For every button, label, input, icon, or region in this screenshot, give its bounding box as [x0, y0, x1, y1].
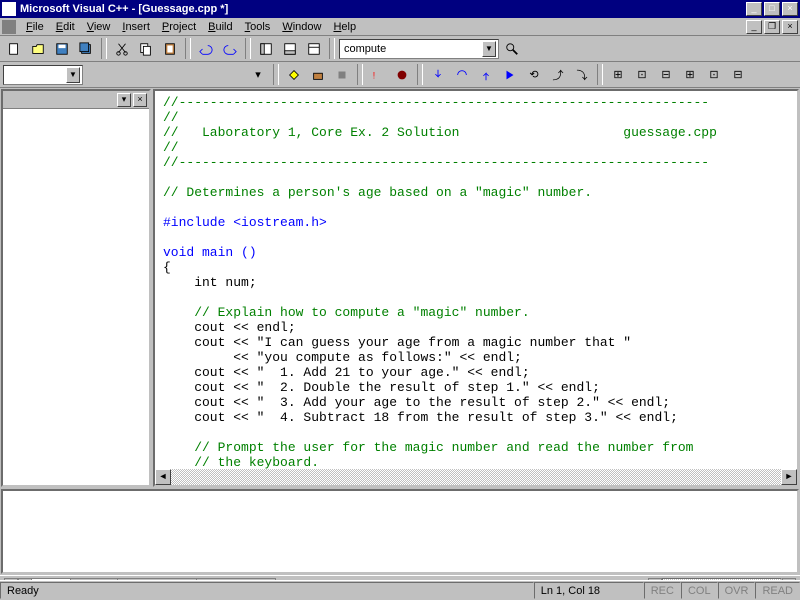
- doc-icon: [2, 20, 16, 34]
- mdi-minimize-button[interactable]: _: [746, 20, 762, 34]
- cut-button[interactable]: [111, 38, 133, 59]
- scroll-right-button[interactable]: ►: [781, 469, 797, 485]
- workspace-panel: ▾ ×: [1, 89, 151, 487]
- status-position: Ln 1, Col 18: [534, 582, 644, 599]
- find-combo[interactable]: compute ▼: [339, 39, 499, 59]
- output-button[interactable]: [279, 38, 301, 59]
- vars-button[interactable]: ⊡: [631, 64, 653, 85]
- paste-button[interactable]: [159, 38, 181, 59]
- code-area[interactable]: //--------------------------------------…: [155, 91, 797, 487]
- status-ready: Ready: [0, 582, 534, 599]
- menu-edit[interactable]: Edit: [50, 20, 81, 34]
- standard-toolbar: compute ▼: [0, 36, 800, 62]
- panel-close-button[interactable]: ×: [133, 93, 147, 107]
- code-editor[interactable]: //--------------------------------------…: [153, 89, 799, 487]
- status-read: READ: [755, 582, 800, 599]
- save-all-button[interactable]: [75, 38, 97, 59]
- step-out-button[interactable]: [475, 64, 497, 85]
- menu-help[interactable]: Help: [327, 20, 362, 34]
- config-combo[interactable]: ▼: [3, 65, 83, 85]
- tool-button[interactable]: ▾: [247, 64, 269, 85]
- workspace-button[interactable]: [255, 38, 277, 59]
- new-button[interactable]: [3, 38, 25, 59]
- go-button[interactable]: !: [367, 64, 389, 85]
- app-icon: [2, 2, 16, 16]
- status-bar: Ready Ln 1, Col 18 REC COL OVR READ: [0, 580, 800, 600]
- mdi-buttons: _ ❐ ×: [746, 20, 798, 34]
- window-title: Microsoft Visual C++ - [Guessage.cpp *]: [20, 3, 746, 15]
- step-into-button[interactable]: [427, 64, 449, 85]
- reg-button[interactable]: ⊟: [655, 64, 677, 85]
- status-rec: REC: [644, 582, 681, 599]
- separator: [185, 38, 191, 59]
- chevron-down-icon[interactable]: ▼: [482, 41, 496, 57]
- window-list-button[interactable]: [303, 38, 325, 59]
- svg-text:!: !: [373, 70, 375, 80]
- debug-button[interactable]: ⟲: [523, 64, 545, 85]
- build-toolbar: ▼ ▾ ! ⟲ ⤴ ⤵ ⊞ ⊡ ⊟ ⊞ ⊡ ⊟: [0, 62, 800, 88]
- maximize-button[interactable]: □: [764, 2, 780, 16]
- mem-button[interactable]: ⊞: [679, 64, 701, 85]
- minimize-button[interactable]: _: [746, 2, 762, 16]
- undo-button[interactable]: [195, 38, 217, 59]
- status-col: COL: [681, 582, 718, 599]
- separator: [597, 64, 603, 85]
- separator: [417, 64, 423, 85]
- save-button[interactable]: [51, 38, 73, 59]
- run-cursor-button[interactable]: [499, 64, 521, 85]
- separator: [357, 64, 363, 85]
- workspace: ▾ × //----------------------------------…: [0, 88, 800, 488]
- redo-button[interactable]: [219, 38, 241, 59]
- menu-bar: File Edit View Insert Project Build Tool…: [0, 18, 800, 36]
- window-buttons: _ □ ×: [746, 2, 798, 16]
- menu-insert[interactable]: Insert: [116, 20, 156, 34]
- step-over-button[interactable]: [451, 64, 473, 85]
- open-button[interactable]: [27, 38, 49, 59]
- scroll-left-button[interactable]: ◄: [155, 469, 171, 485]
- separator: [273, 64, 279, 85]
- separator: [101, 38, 107, 59]
- panel-dropdown-button[interactable]: ▾: [117, 93, 131, 107]
- status-ovr: OVR: [718, 582, 756, 599]
- disasm-button[interactable]: ⊟: [727, 64, 749, 85]
- separator: [245, 38, 251, 59]
- find-combo-value: compute: [344, 43, 386, 55]
- stop-build-button[interactable]: [331, 64, 353, 85]
- close-button[interactable]: ×: [782, 2, 798, 16]
- build-button[interactable]: [307, 64, 329, 85]
- mdi-close-button[interactable]: ×: [782, 20, 798, 34]
- breakpoint-button[interactable]: [391, 64, 413, 85]
- scroll-track[interactable]: [171, 469, 781, 485]
- chevron-down-icon[interactable]: ▼: [66, 67, 80, 83]
- debug2-button[interactable]: ⤴: [547, 64, 569, 85]
- copy-button[interactable]: [135, 38, 157, 59]
- compile-button[interactable]: [283, 64, 305, 85]
- stack-button[interactable]: ⊡: [703, 64, 725, 85]
- watch-button[interactable]: ⊞: [607, 64, 629, 85]
- editor-hscroll: ◄ ►: [155, 469, 797, 485]
- find-button[interactable]: [501, 38, 523, 59]
- title-bar: Microsoft Visual C++ - [Guessage.cpp *] …: [0, 0, 800, 18]
- menu-build[interactable]: Build: [202, 20, 238, 34]
- menu-view[interactable]: View: [81, 20, 117, 34]
- panel-header: ▾ ×: [3, 91, 149, 109]
- mdi-restore-button[interactable]: ❐: [764, 20, 780, 34]
- menu-file[interactable]: File: [20, 20, 50, 34]
- output-panel[interactable]: [1, 489, 799, 574]
- menu-window[interactable]: Window: [276, 20, 327, 34]
- menu-project[interactable]: Project: [156, 20, 202, 34]
- menu-tools[interactable]: Tools: [239, 20, 277, 34]
- debug3-button[interactable]: ⤵: [571, 64, 593, 85]
- separator: [329, 38, 335, 59]
